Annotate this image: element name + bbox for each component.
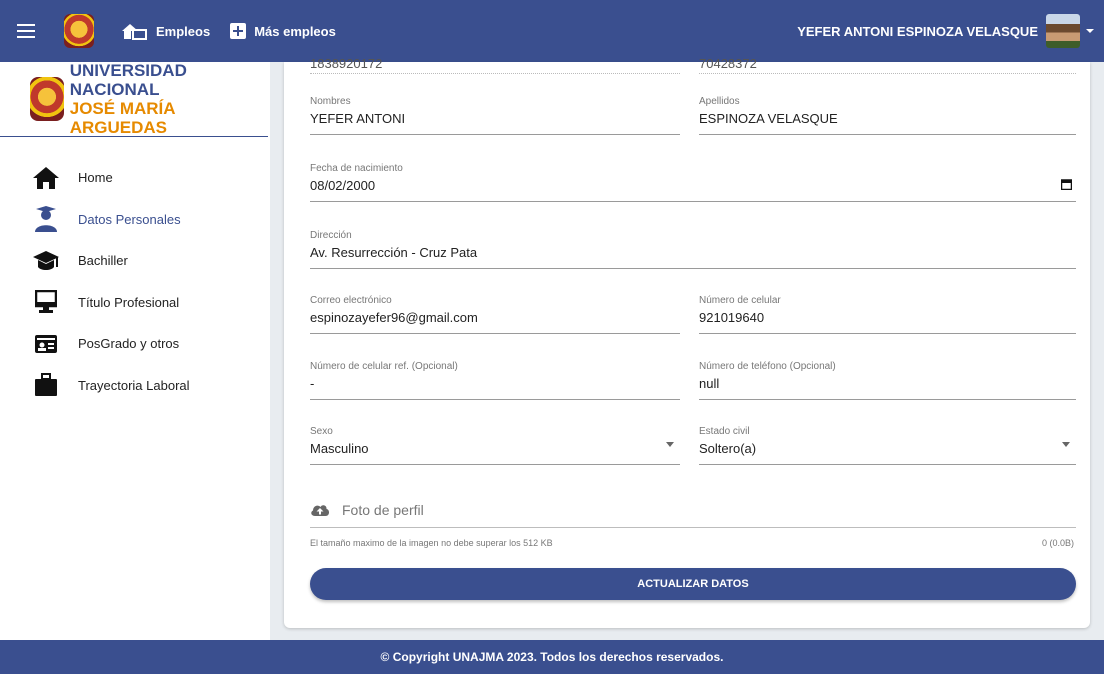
field-value: Soltero(a)	[699, 441, 757, 456]
field-label: Número de celular ref. (Opcional)	[310, 361, 458, 372]
nav-empleos-label: Empleos	[156, 23, 211, 39]
actualizar-datos-button[interactable]: ACTUALIZAR DATOS	[310, 568, 1076, 600]
sidebar-item-home[interactable]: Home	[0, 157, 270, 199]
sidebar-menu: Home Datos Personales Bachiller Título P…	[0, 157, 270, 406]
dropdown-caret-icon	[1062, 442, 1070, 447]
home-icon	[30, 164, 62, 192]
sidebar: UNIVERSIDAD NACIONAL JOSÉ MARÍA ARGUEDAS…	[0, 61, 270, 640]
nav-empleos[interactable]: Empleos	[120, 21, 210, 41]
field-value: Masculino	[310, 441, 369, 456]
avatar	[1046, 14, 1080, 48]
field-value: 70428372	[699, 56, 757, 71]
field-label: Sexo	[310, 426, 333, 437]
field-value: espinozayefer96@gmail.com	[310, 310, 478, 325]
field-label: Fecha de nacimiento	[310, 163, 403, 174]
sidebar-item-label: Título Profesional	[78, 294, 180, 310]
field-label: Número de celular	[699, 295, 781, 306]
apellidos-field[interactable]: Apellidos ESPINOZA VELASQUE	[699, 96, 1076, 135]
graduation-cap-icon	[30, 247, 62, 275]
user-name: YEFER ANTONI ESPINOZA VELASQUE	[797, 23, 1038, 39]
field-label: Número de teléfono (Opcional)	[699, 361, 836, 372]
sidebar-item-label: Trayectoria Laboral	[78, 377, 190, 393]
document-number-field[interactable]: 1838920172	[310, 52, 680, 74]
brand-line-1: UNIVERSIDAD NACIONAL	[69, 61, 187, 99]
correo-field[interactable]: Correo electrónico espinozayefer96@gmail…	[310, 295, 680, 334]
field-label: Dirección	[310, 230, 352, 241]
university-logo	[30, 77, 64, 121]
student-icon	[30, 205, 62, 233]
code-field[interactable]: 70428372	[699, 52, 1076, 74]
brand-header: UNIVERSIDAD NACIONAL JOSÉ MARÍA ARGUEDAS	[0, 61, 268, 137]
estado-civil-select[interactable]: Estado civil Soltero(a)	[699, 426, 1076, 465]
id-card-icon	[30, 330, 62, 358]
telefono-field[interactable]: Número de teléfono (Opcional) null	[699, 361, 1076, 400]
file-size-counter: 0 (0.0B)	[1041, 538, 1074, 548]
field-value: YEFER ANTONI	[310, 111, 406, 126]
calendar-icon[interactable]	[1061, 179, 1072, 190]
upload-size-hint: El tamaño maximo de la imagen no debe su…	[310, 538, 553, 548]
nav-mas-empleos-label: Más empleos	[254, 23, 336, 39]
field-value: null	[699, 376, 720, 391]
briefcase-icon	[30, 371, 62, 399]
cloud-upload-icon	[311, 504, 330, 516]
field-value: 1838920172	[310, 56, 383, 71]
hamburger-menu-button[interactable]	[6, 11, 46, 51]
sidebar-item-label: PosGrado y otros	[78, 336, 180, 352]
field-label: Estado civil	[699, 426, 750, 437]
sexo-select[interactable]: Sexo Masculino	[310, 426, 680, 465]
field-label: Apellidos	[699, 96, 740, 107]
copyright-text: © Copyright UNAJMA 2023. Todos los derec…	[380, 650, 724, 664]
brand-line-2: JOSÉ MARÍA ARGUEDAS	[69, 99, 175, 137]
menu-icon	[17, 24, 35, 38]
nombres-field[interactable]: Nombres YEFER ANTONI	[310, 96, 680, 135]
nav-mas-empleos[interactable]: Más empleos	[230, 23, 336, 39]
field-value: -	[310, 376, 315, 391]
sidebar-item-label: Datos Personales	[78, 211, 181, 227]
field-value: Av. Resurrección - Cruz Pata	[310, 245, 478, 260]
field-label: Correo electrónico	[310, 295, 392, 306]
caret-down-icon	[1086, 29, 1094, 33]
home-briefcase-icon	[122, 24, 147, 40]
sidebar-item-titulo-profesional[interactable]: Título Profesional	[0, 282, 270, 324]
field-label: Nombres	[310, 96, 351, 107]
celular-ref-field[interactable]: Número de celular ref. (Opcional) -	[310, 361, 680, 400]
celular-field[interactable]: Número de celular 921019640	[699, 295, 1076, 334]
sidebar-item-trayectoria-laboral[interactable]: Trayectoria Laboral	[0, 365, 270, 407]
sidebar-item-datos-personales[interactable]: Datos Personales	[0, 199, 270, 241]
plus-box-icon	[230, 23, 247, 39]
sidebar-item-label: Bachiller	[78, 253, 128, 269]
sidebar-item-posgrado[interactable]: PosGrado y otros	[0, 323, 270, 365]
field-value: 08/02/2000	[310, 178, 376, 193]
field-value: 921019640	[699, 310, 765, 325]
footer: © Copyright UNAJMA 2023. Todos los derec…	[0, 640, 1104, 674]
field-value: ESPINOZA VELASQUE	[699, 111, 838, 126]
profile-photo-upload[interactable]: Foto de perfil	[310, 492, 1076, 528]
sidebar-item-label: Home	[78, 170, 113, 186]
upload-label: Foto de perfil	[342, 501, 424, 518]
personal-data-form: 1838920172 70428372 Nombres YEFER ANTONI…	[284, 56, 1090, 628]
fecha-nacimiento-field[interactable]: Fecha de nacimiento 08/02/2000	[310, 163, 1076, 202]
direccion-field[interactable]: Dirección Av. Resurrección - Cruz Pata	[310, 230, 1076, 269]
university-logo-small	[64, 14, 94, 48]
sidebar-item-bachiller[interactable]: Bachiller	[0, 240, 270, 282]
dropdown-caret-icon	[666, 442, 674, 447]
certificate-icon	[30, 288, 62, 316]
